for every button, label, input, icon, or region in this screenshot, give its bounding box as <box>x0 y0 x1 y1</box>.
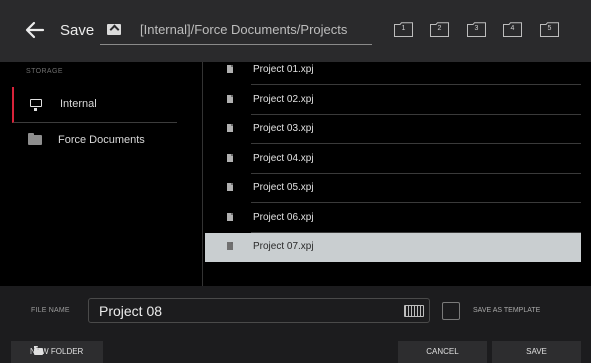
path-text: [Internal]/Force Documents/Projects <box>140 22 348 37</box>
file-icon <box>227 95 233 103</box>
file-icon <box>227 183 233 191</box>
file-name: Project 05.xpj <box>253 182 314 193</box>
back-arrow-icon[interactable] <box>24 19 46 41</box>
file-name: Project 02.xpj <box>253 94 314 105</box>
file-name: Project 01.xpj <box>253 64 314 75</box>
file-icon <box>227 213 233 221</box>
file-row[interactable]: Project 01.xpj <box>205 56 581 85</box>
quick-folder-label: 4 <box>510 25 515 32</box>
file-row-selected[interactable]: Project 07.xpj <box>205 233 581 262</box>
keyboard-icon[interactable] <box>404 305 424 317</box>
row-divider <box>251 84 581 85</box>
monitor-icon <box>30 99 42 111</box>
file-name: Project 03.xpj <box>253 123 314 134</box>
file-icon <box>227 65 233 73</box>
quick-folder-label: 2 <box>437 25 442 32</box>
file-icon <box>227 242 233 250</box>
file-name-value: Project 08 <box>99 303 163 319</box>
quick-folder-label: 5 <box>547 25 552 32</box>
path-field[interactable]: [Internal]/Force Documents/Projects <box>100 14 372 45</box>
page-title: Save <box>60 22 95 39</box>
quick-folder-label: 3 <box>474 25 479 32</box>
quick-folder-4-button[interactable]: 4 <box>503 22 522 37</box>
storage-heading: STORAGE <box>26 68 63 75</box>
new-folder-button[interactable]: NEW FOLDER <box>11 341 103 363</box>
file-row[interactable]: Project 05.xpj <box>205 174 581 203</box>
storage-item-internal[interactable]: Internal <box>12 87 177 123</box>
file-row[interactable]: Project 02.xpj <box>205 86 581 115</box>
file-name: Project 07.xpj <box>253 241 314 252</box>
file-name-field[interactable]: Project 08 <box>88 298 430 323</box>
file-name: Project 06.xpj <box>253 212 314 223</box>
file-icon <box>227 154 233 162</box>
storage-item-label: Force Documents <box>58 134 145 146</box>
storage-item-label: Internal <box>60 98 97 110</box>
row-divider <box>251 143 581 144</box>
cancel-label: CANCEL <box>426 347 459 356</box>
row-divider <box>251 202 581 203</box>
folder-icon <box>28 133 42 145</box>
quick-folder-5-button[interactable]: 5 <box>540 22 559 37</box>
folder-up-icon[interactable] <box>107 24 121 35</box>
quick-folder-3-button[interactable]: 3 <box>467 22 486 37</box>
file-row[interactable]: Project 04.xpj <box>205 145 581 174</box>
file-name-label: FILE NAME <box>31 307 70 314</box>
cancel-button[interactable]: CANCEL <box>398 341 487 363</box>
quick-folder-label: 1 <box>401 25 406 32</box>
new-folder-label: NEW FOLDER <box>30 347 84 356</box>
save-label: SAVE <box>526 347 547 356</box>
quick-folder-2-button[interactable]: 2 <box>430 22 449 37</box>
storage-item-force-documents[interactable]: Force Documents <box>12 123 177 159</box>
file-row[interactable]: Project 03.xpj <box>205 115 581 144</box>
file-icon <box>227 124 233 132</box>
save-as-template-checkbox[interactable] <box>442 302 460 320</box>
file-row[interactable]: Project 06.xpj <box>205 204 581 233</box>
save-as-template-label: SAVE AS TEMPLATE <box>473 307 541 314</box>
quick-folder-1-button[interactable]: 1 <box>394 22 413 37</box>
save-button[interactable]: SAVE <box>492 341 581 363</box>
file-name: Project 04.xpj <box>253 153 314 164</box>
